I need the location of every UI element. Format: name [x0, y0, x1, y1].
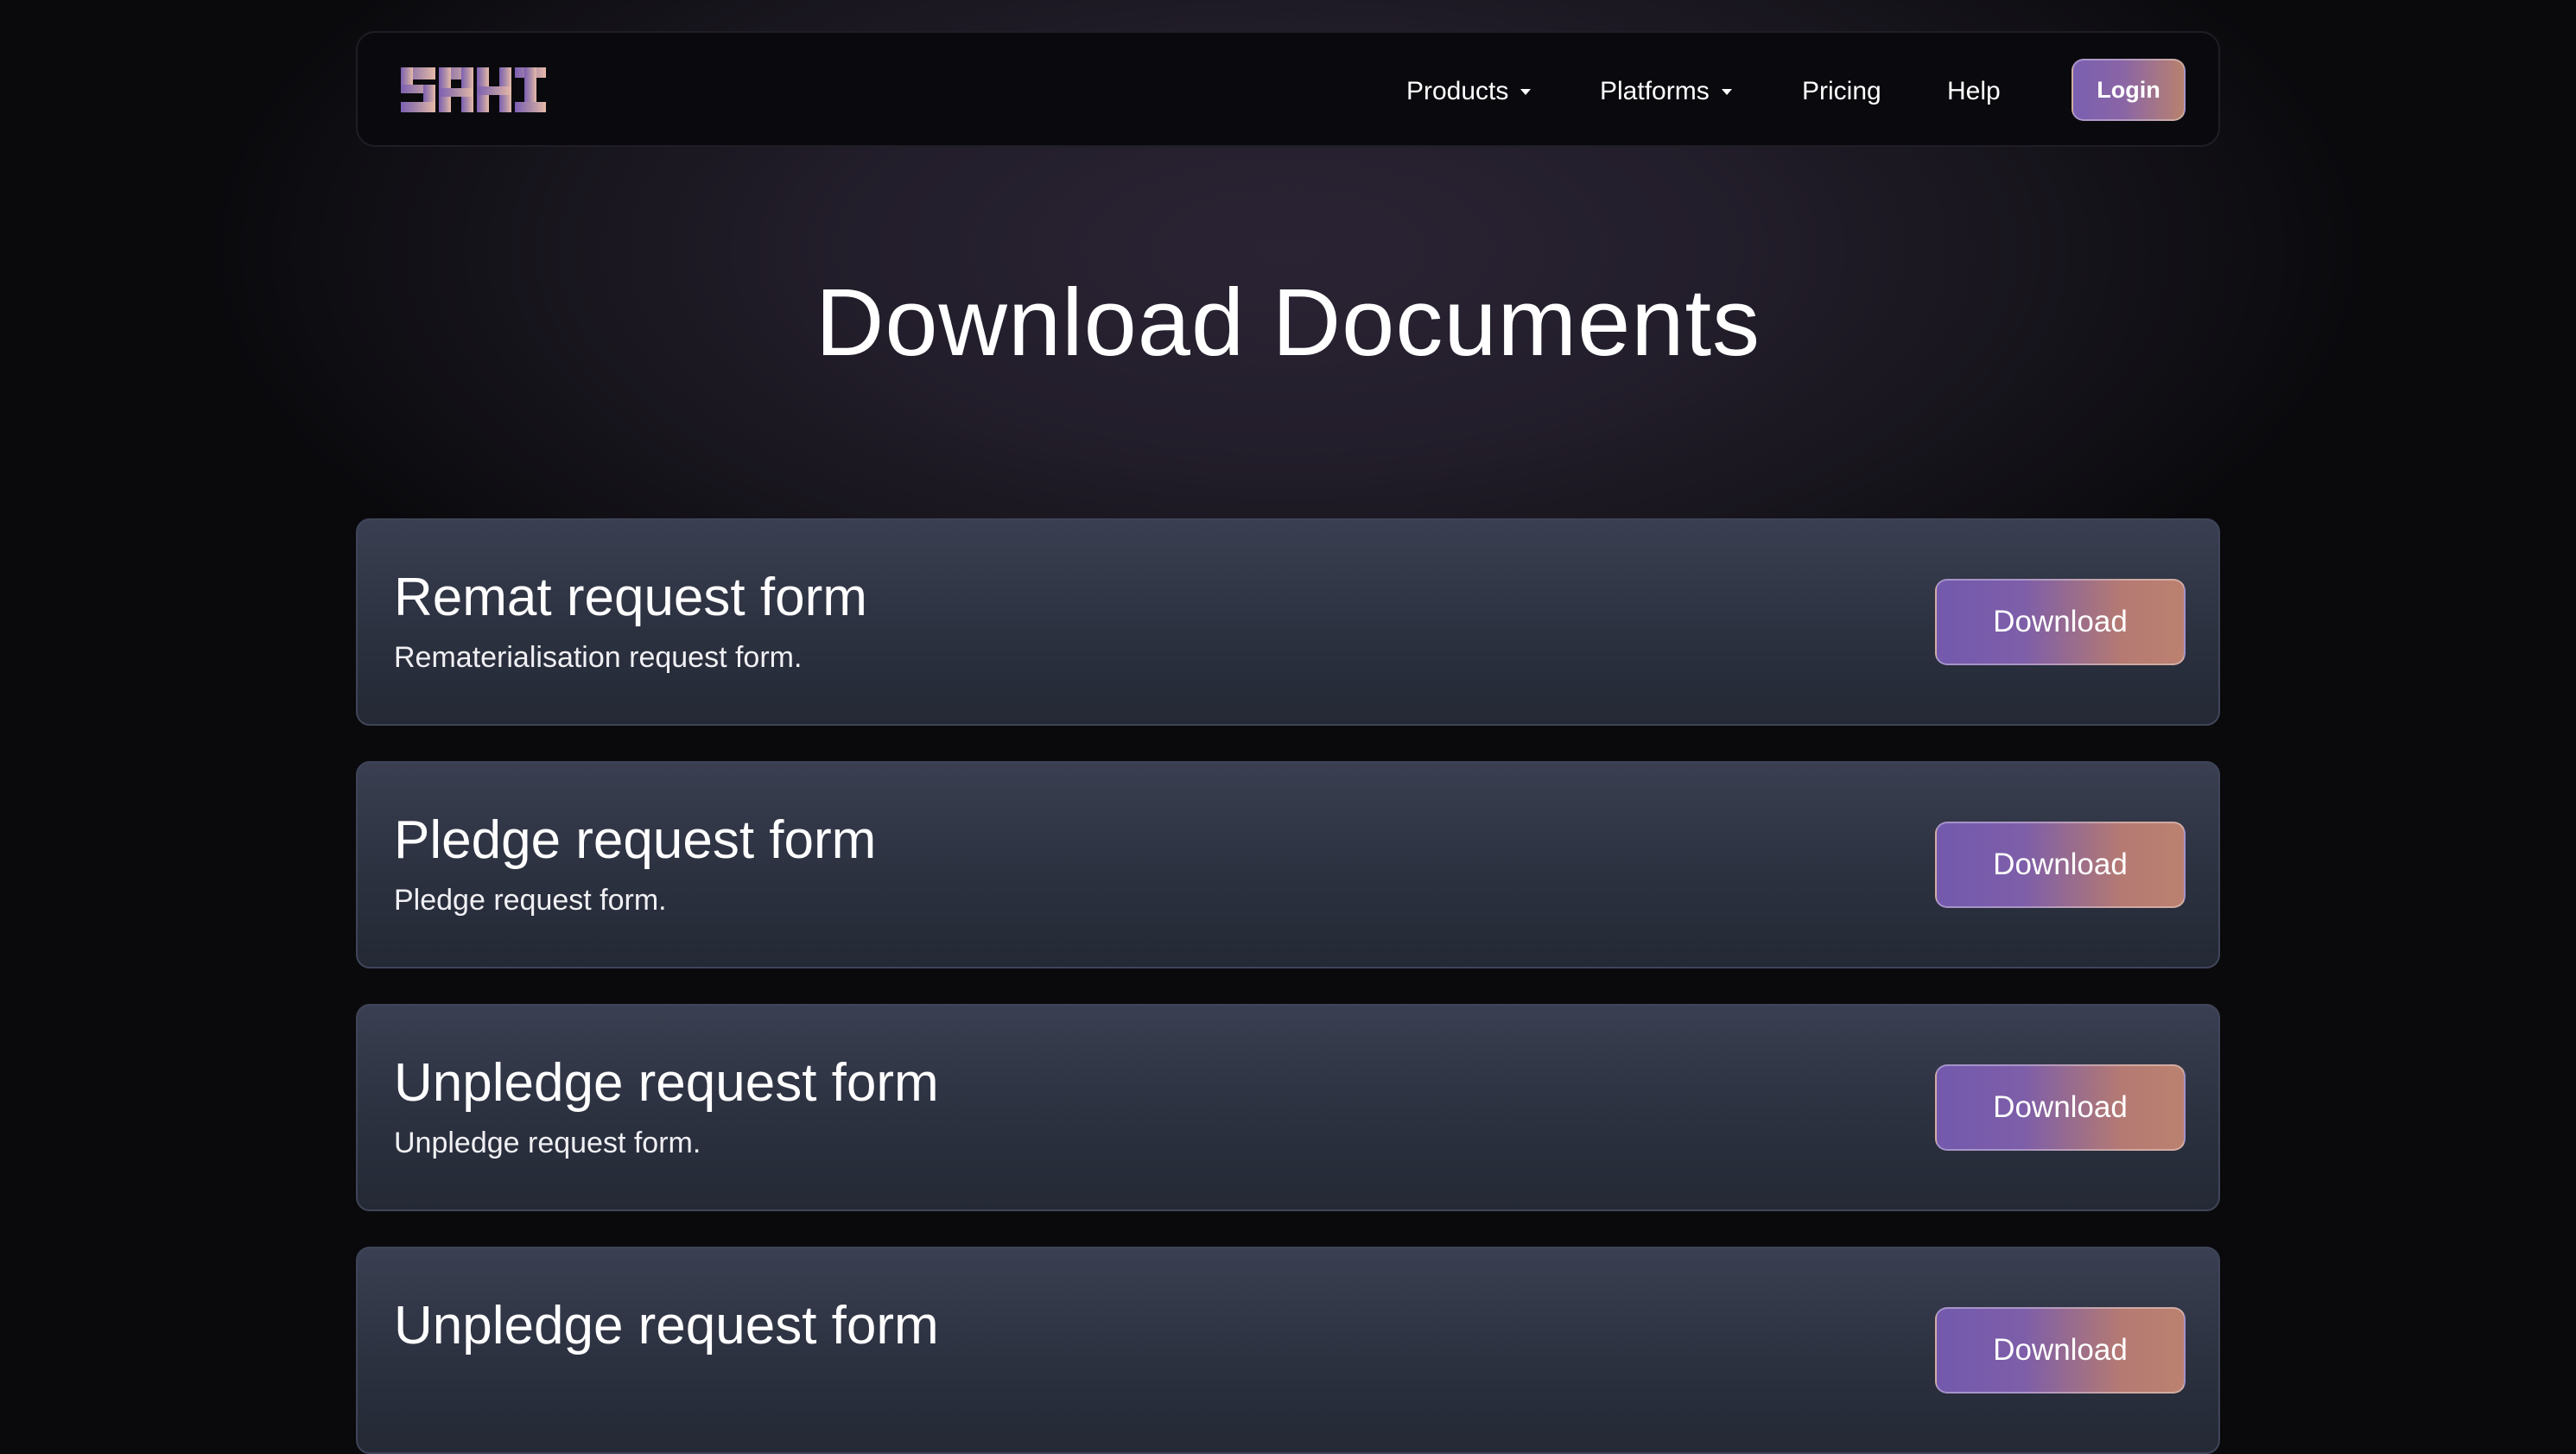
- nav-help[interactable]: Help: [1947, 71, 2001, 112]
- document-card: Unpledge request form Download: [356, 1247, 2220, 1454]
- document-title: Pledge request form: [394, 810, 877, 870]
- document-card: Pledge request form Pledge request form.…: [356, 761, 2220, 968]
- document-title: Unpledge request form: [394, 1053, 939, 1113]
- nav-platforms-label: Platforms: [1600, 77, 1710, 105]
- download-button[interactable]: Download: [1935, 579, 2186, 665]
- chevron-down-icon: [1520, 88, 1532, 95]
- top-navbar: Products Platforms Pricing Help Login: [356, 31, 2220, 147]
- chevron-down-icon: [1721, 88, 1732, 95]
- document-title: Remat request form: [394, 568, 867, 627]
- document-description: Pledge request form.: [394, 884, 667, 917]
- nav-products[interactable]: Products: [1406, 71, 1532, 112]
- nav-products-label: Products: [1406, 77, 1509, 105]
- document-title: Unpledge request form: [394, 1296, 939, 1356]
- nav-pricing[interactable]: Pricing: [1802, 71, 1881, 112]
- nav-platforms[interactable]: Platforms: [1600, 71, 1732, 112]
- login-button[interactable]: Login: [2072, 59, 2186, 121]
- document-card: Remat request form Rematerialisation req…: [356, 518, 2220, 726]
- sahi-logo[interactable]: [401, 67, 546, 112]
- nav-help-label: Help: [1947, 77, 2001, 105]
- document-description: Unpledge request form.: [394, 1127, 701, 1159]
- nav-pricing-label: Pricing: [1802, 77, 1881, 105]
- download-button[interactable]: Download: [1935, 822, 2186, 908]
- download-button[interactable]: Download: [1935, 1064, 2186, 1151]
- download-button[interactable]: Download: [1935, 1307, 2186, 1394]
- document-description: Rematerialisation request form.: [394, 641, 803, 674]
- page-title: Download Documents: [815, 270, 1761, 376]
- document-card: Unpledge request form Unpledge request f…: [356, 1004, 2220, 1211]
